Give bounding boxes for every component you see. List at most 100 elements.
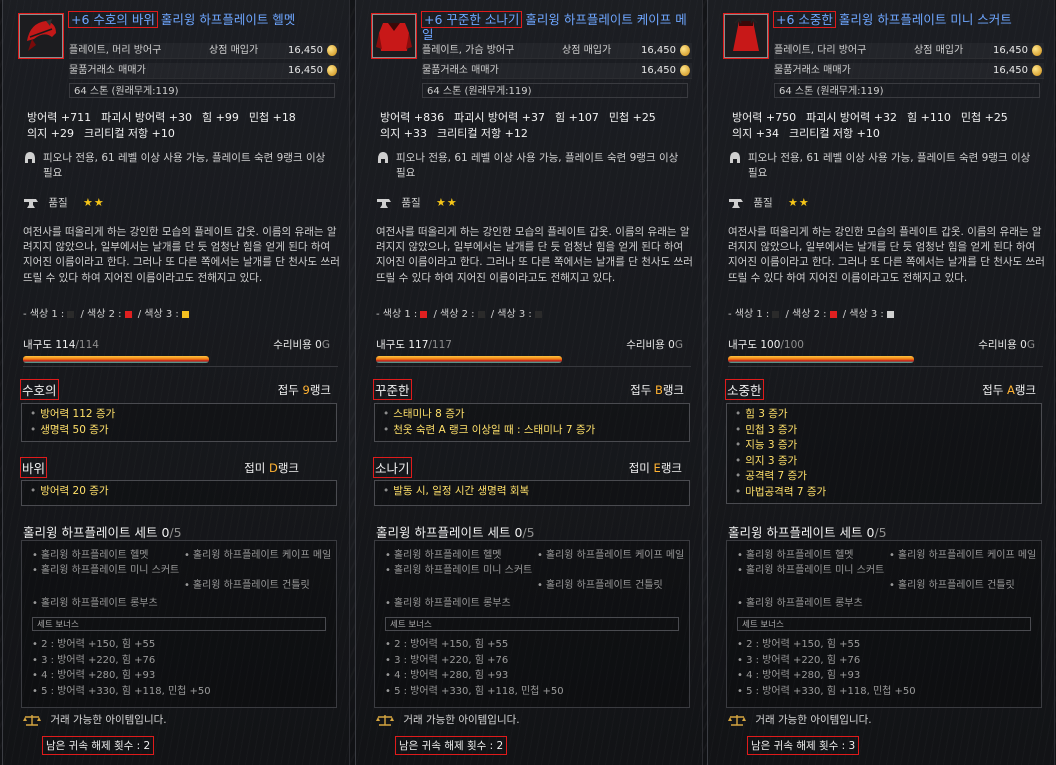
item-type: 플레이트, 머리 방어구 [69,45,162,56]
stat-line: 의지 +34 [732,126,779,140]
color-swatch [420,310,428,318]
item-type-row: 플레이트, 다리 방어구 상점 매입가 16,450 [774,43,1044,59]
repair-value: 0 [315,339,322,351]
durability-bar [23,356,209,363]
scale-icon [728,715,746,726]
set-bonus-text: 3 : 방어력 +220, 힘 +76 [746,654,861,666]
color-swatch [534,310,542,318]
set-bonus-line: • 4 : 방어력 +280, 힘 +93 [737,670,861,681]
effect-text: 힘 3 증가 [745,408,788,420]
effect-text: 의지 3 증가 [745,454,798,467]
effect-line: • 민첩 3 증가 [735,423,798,436]
prefix-effects: • 방어력 112 증가 • 생명력 50 증가 [21,403,337,442]
effect-line: • 방어력 20 증가 [30,485,109,497]
requirement-text: 피오나 전용, 61 레벨 이상 사용 가능, 플레이트 숙련 9랭크 이상 필… [748,152,1031,179]
set-bonus-line: • 4 : 방어력 +280, 힘 +93 [32,670,156,681]
set-name: 홀리윙 하프플레이트 세트 0/5 [728,522,887,541]
set-bonus-text: 2 : 방어력 +150, 힘 +55 [394,639,509,650]
set-item: • 홀리윙 하프플레이트 롱부츠 [737,598,863,609]
repair-label: 수리비용 [273,339,312,351]
set-item: • 홀리윙 하프플레이트 케이프 메일 [184,550,332,561]
effect-text: 스태미나 8 증가 [393,408,465,420]
item-header: +6 꾸준한 소나기 홀리윙 하프플레이트 케이프 메일 플레이트, 가슴 방어… [370,11,692,102]
prefix-rank: 접두 9랭크 [278,382,331,398]
durability-label: 내구도 [23,339,52,351]
prefix-rank-label: 접두 [277,383,299,397]
set-title: 홀리윙 하프플레이트 세트 [23,525,158,540]
item-tooltip-2: +6 꾸준한 소나기 홀리윙 하프플레이트 케이프 메일 플레이트, 가슴 방어… [355,0,703,765]
set-item-text: 홀리윙 하프플레이트 케이프 메일 [897,550,1037,561]
suffix-enchant-name: 소나기 [373,457,412,478]
set-bonus-text: 4 : 방어력 +280, 힘 +93 [746,670,861,681]
set-item: • 홀리윙 하프플레이트 헬멧 [385,550,502,561]
effect-line: • 마법공격력 7 증가 [735,485,827,498]
quality-label: 품질 [753,197,773,209]
effect-line: • 공격력 7 증가 [735,470,807,482]
scale-icon [376,715,394,726]
prefix-enchant-name: 소중한 [725,379,764,400]
item-icon [371,13,417,59]
divider [728,366,1043,367]
set-item: • 홀리윙 하프플레이트 미니 스커트 [737,565,885,576]
shop-price: 16,450 [641,45,676,56]
market-price-label: 물품거래소 매매가 [69,65,146,76]
suffix-effects: • 발동 시, 일정 시간 생명력 회복 [374,480,690,506]
durability-row: 내구도 100/100 수리비용 0G [728,337,1043,352]
effect-text: 천옷 숙련 A 랭크 이상일 때 : 스태미나 7 증가 [393,423,596,436]
gold-coin-icon [680,45,690,56]
effect-text: 생명력 50 증가 [40,423,109,436]
gold-coin-icon [1032,45,1042,56]
set-bonus-line: • 2 : 방어력 +150, 힘 +55 [737,639,861,650]
armor-icon [376,23,412,51]
set-bonus-text: 5 : 방어력 +330, 힘 +118, 민첩 +50 [41,685,211,697]
suffix-enchant-name: 바위 [19,457,48,478]
armor-icon [27,19,56,51]
prefix-effects: • 힘 3 증가 • 민첩 3 증가 • 지능 3 증가 • 의지 3 증가 • 공격력 7 증가… [726,403,1042,504]
durability-fill [376,356,562,363]
set-bonus-line: • 2 : 방어력 +150, 힘 +55 [385,639,509,650]
item-stats: 방어력 +711 파괴시 방어력 +30 힘 +99 민첩 +18 의지 +29 크리티컬… [27,110,337,141]
color-swatch [829,310,837,318]
durability-max: /117 [428,339,452,351]
prefix-enchant-name: 꾸준한 [373,379,412,400]
item-colors: - 색상 1 : / 색상 2 : / 색상 3 : [23,305,192,320]
item-header: +6 수호의 바위 홀리윙 하프플레이트 헬멧 플레이트, 머리 방어구 상점 … [17,11,339,102]
set-item-text: 홀리윙 하프플레이트 롱부츠 [745,598,863,609]
bind-remaining: 남은 귀속 해제 횟수 : 3 [746,736,860,755]
suffix-rank: 접미 E랭크 [629,460,682,476]
effect-text: 방어력 20 증가 [40,485,109,497]
item-requirements: 피오나 전용, 61 레벨 이상 사용 가능, 플레이트 숙련 9랭크 이상 필… [728,151,1043,181]
tradeable-row: 거래 가능한 아이템입니다. [23,712,167,727]
bind-remaining: 남은 귀속 해제 횟수 : 2 [394,736,508,755]
repair-value: 0 [668,339,675,351]
quality-stars: ★★ [788,196,810,209]
item-colors: - 색상 1 : / 색상 2 : / 색상 3 : [376,305,545,320]
effect-text: 지능 3 증가 [745,439,798,451]
market-price: 16,450 [641,65,676,76]
set-item-text: 홀리윙 하프플레이트 건틀릿 [545,580,663,591]
helmet-icon [25,152,35,163]
item-description: 여전사를 떠올리게 하는 강인한 모습의 플레이트 갑옷. 이름의 유래는 알려… [23,226,340,284]
color-label: - 색상 1 : [376,309,418,320]
gold-coin-icon [680,65,690,76]
item-stats: 방어력 +750 파괴시 방어력 +32 힘 +110 민첩 +25 의지 +34 크리티… [732,110,1042,141]
item-requirements: 피오나 전용, 61 레벨 이상 사용 가능, 플레이트 숙련 9랭크 이상 필… [23,151,338,181]
stat-line: 힘 +107 [555,111,599,124]
stat-line: 방어력 +836 [380,111,445,124]
durability-max: /100 [780,339,804,351]
set-item-text: 홀리윙 하프플레이트 건틀릿 [192,580,310,591]
set-item: • 홀리윙 하프플레이트 케이프 메일 [537,550,685,561]
prefix-effects: • 스태미나 8 증가 • 천옷 숙련 A 랭크 이상일 때 : 스태미나 7 증가 [374,403,690,442]
prefix-rank-value: A [1006,383,1015,397]
item-enchant: +6 소중한 [773,11,836,28]
effect-line: • 지능 3 증가 [735,439,798,451]
item-weight: 64 스톤 (원래무게:119) [69,83,335,98]
effect-text: 공격력 7 증가 [745,470,807,482]
prefix-rank-suffix: 랭크 [1014,383,1036,397]
tradeable-row: 거래 가능한 아이템입니다. [728,712,872,727]
durability-fill [23,356,209,363]
prefix-rank-label: 접두 [982,383,1004,397]
set-item: • 홀리윙 하프플레이트 건틀릿 [184,580,310,591]
durability-current: 117 [408,339,429,351]
set-bonus-text: 4 : 방어력 +280, 힘 +93 [394,670,509,681]
